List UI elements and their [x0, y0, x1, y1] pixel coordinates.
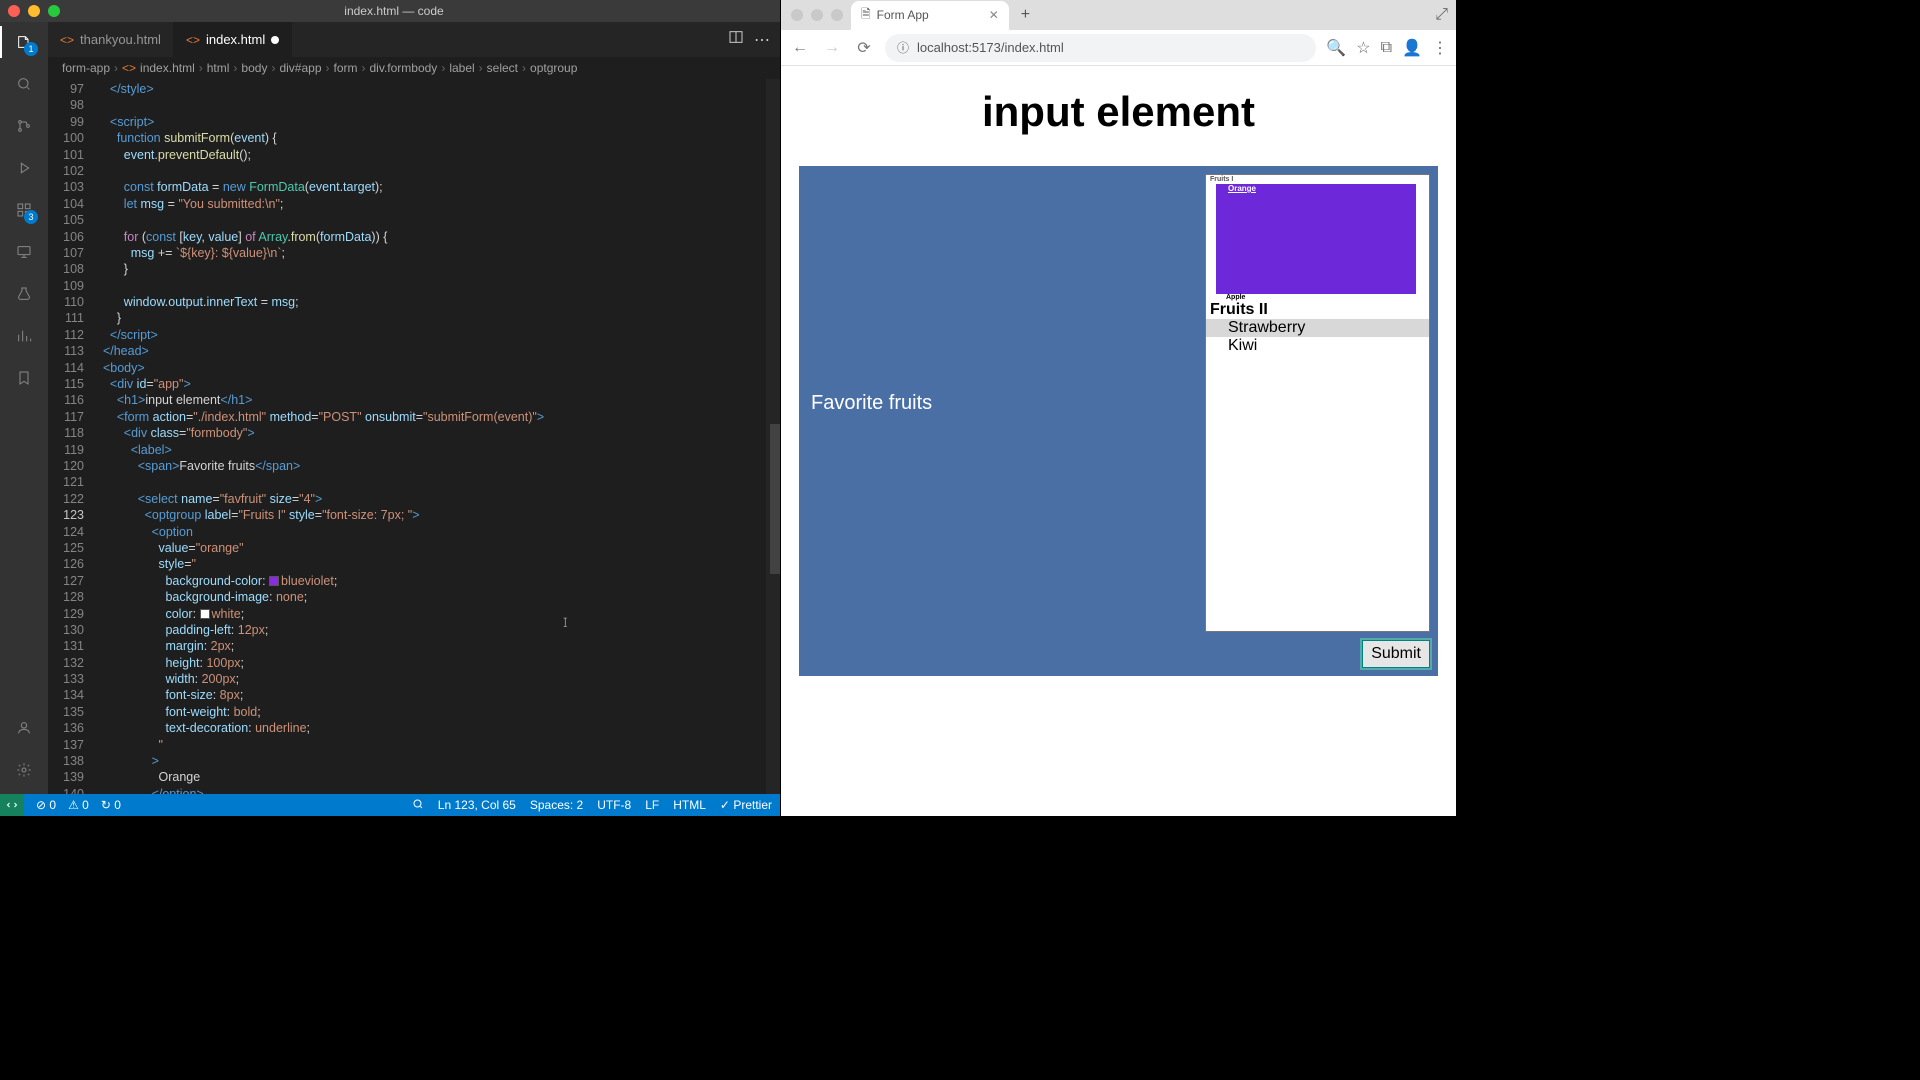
- option-strawberry[interactable]: Strawberry: [1206, 319, 1429, 337]
- favfruit-select[interactable]: Fruits I Orange Apple Fruits II Strawber…: [1205, 174, 1430, 632]
- traffic-lights: [8, 5, 60, 17]
- extensions-icon[interactable]: 3: [12, 198, 36, 222]
- explorer-icon[interactable]: 1: [12, 30, 36, 54]
- html-file-icon: <>: [60, 33, 74, 47]
- zoom-icon[interactable]: [412, 798, 424, 813]
- encoding[interactable]: UTF-8: [597, 798, 631, 812]
- zoom-window[interactable]: [831, 9, 843, 21]
- browser-tab[interactable]: 🗎Form App ✕: [851, 1, 1009, 30]
- close-window[interactable]: [8, 5, 20, 17]
- code-editor[interactable]: 9798991001011021031041051061071081091101…: [48, 79, 780, 794]
- search-icon[interactable]: [12, 72, 36, 96]
- split-editor-icon[interactable]: [728, 29, 744, 50]
- zoom-icon[interactable]: 🔍: [1326, 38, 1346, 58]
- close-window[interactable]: [791, 9, 803, 21]
- errors-count[interactable]: ⊘ 0: [36, 798, 56, 812]
- indent-setting[interactable]: Spaces: 2: [530, 798, 583, 812]
- bookmark-icon[interactable]: [12, 366, 36, 390]
- vscode-titlebar: index.html — code: [0, 0, 780, 22]
- forward-button[interactable]: →: [821, 39, 843, 57]
- zoom-window[interactable]: [48, 5, 60, 17]
- remote-indicator[interactable]: [0, 794, 24, 816]
- back-button[interactable]: ←: [789, 39, 811, 57]
- editor-area: <>thankyou.html <>index.html ⋯ form-app›…: [48, 22, 780, 794]
- window-title: index.html — code: [344, 4, 443, 18]
- warnings-count[interactable]: ⚠ 0: [68, 798, 89, 812]
- status-bar: ⊘ 0 ⚠ 0 ↻ 0 Ln 123, Col 65 Spaces: 2 UTF…: [0, 794, 780, 816]
- browser-titlebar: 🗎Form App ✕ + ⤢: [781, 0, 1456, 30]
- prettier-status[interactable]: ✓ Prettier: [720, 798, 772, 812]
- vscode-window: index.html — code 1 3: [0, 0, 780, 816]
- site-info-icon[interactable]: ⓘ: [897, 39, 909, 56]
- html-file-icon: <>: [186, 33, 200, 47]
- extensions-icon[interactable]: ⧉: [1381, 39, 1392, 57]
- browser-toolbar: ← → ⟳ ⓘ localhost:5173/index.html 🔍 ☆ ⧉ …: [781, 30, 1456, 66]
- option-orange[interactable]: Orange: [1216, 184, 1416, 294]
- option-apple[interactable]: Apple: [1206, 294, 1429, 301]
- dirty-dot-icon: [271, 36, 279, 44]
- minimize-window[interactable]: [811, 9, 823, 21]
- debug-icon[interactable]: [12, 156, 36, 180]
- more-icon[interactable]: ⋯: [754, 30, 770, 50]
- submit-button[interactable]: Submit: [1362, 640, 1430, 668]
- optgroup-fruits2-label: Fruits II: [1206, 301, 1429, 319]
- activity-bar: 1 3: [0, 22, 48, 794]
- window-expand-icon[interactable]: ⤢: [1435, 6, 1448, 24]
- optgroup-fruits1-label: Fruits I: [1206, 175, 1429, 184]
- text-cursor-icon: [558, 613, 572, 631]
- page-favicon-icon: 🗎: [861, 5, 871, 26]
- browser-page: input element Favorite fruits Fruits I O…: [781, 66, 1456, 816]
- reload-button[interactable]: ⟳: [853, 38, 875, 58]
- code-content[interactable]: </style> <script> function submitForm(ev…: [96, 79, 780, 794]
- ports-count[interactable]: ↻ 0: [101, 798, 121, 812]
- tab-index[interactable]: <>index.html: [174, 22, 292, 57]
- editor-tabs: <>thankyou.html <>index.html ⋯: [48, 22, 780, 57]
- new-tab-button[interactable]: +: [1015, 6, 1036, 24]
- cursor-position[interactable]: Ln 123, Col 65: [438, 798, 516, 812]
- line-gutter: 9798991001011021031041051061071081091101…: [48, 79, 96, 794]
- source-control-icon[interactable]: [12, 114, 36, 138]
- tab-thankyou[interactable]: <>thankyou.html: [48, 22, 174, 57]
- remote-explorer-icon[interactable]: [12, 240, 36, 264]
- testing-icon[interactable]: [12, 282, 36, 306]
- page-heading: input element: [799, 88, 1438, 136]
- bookmark-icon[interactable]: ☆: [1356, 38, 1370, 58]
- address-bar[interactable]: ⓘ localhost:5173/index.html: [885, 34, 1316, 62]
- scrollbar-thumb[interactable]: [770, 424, 780, 574]
- extensions-badge: 3: [24, 210, 38, 224]
- option-kiwi[interactable]: Kiwi: [1206, 337, 1429, 355]
- browser-window: 🗎Form App ✕ + ⤢ ← → ⟳ ⓘ localhost:5173/i…: [780, 0, 1456, 816]
- profile-icon[interactable]: 👤: [1402, 38, 1422, 58]
- graph-icon[interactable]: [12, 324, 36, 348]
- account-icon[interactable]: [12, 716, 36, 740]
- menu-icon[interactable]: ⋮: [1432, 38, 1448, 58]
- form-section: Favorite fruits Fruits I Orange Apple Fr…: [799, 166, 1438, 676]
- close-tab-icon[interactable]: ✕: [989, 8, 999, 22]
- eol[interactable]: LF: [645, 798, 659, 812]
- traffic-lights: [791, 9, 843, 21]
- favorite-fruits-label: Favorite fruits: [807, 392, 932, 415]
- gear-icon[interactable]: [12, 758, 36, 782]
- minimize-window[interactable]: [28, 5, 40, 17]
- tab-actions: ⋯: [728, 22, 780, 57]
- explorer-badge: 1: [24, 42, 38, 56]
- breadcrumbs[interactable]: form-app› <> index.html› html› body› div…: [48, 57, 780, 79]
- language-mode[interactable]: HTML: [673, 798, 706, 812]
